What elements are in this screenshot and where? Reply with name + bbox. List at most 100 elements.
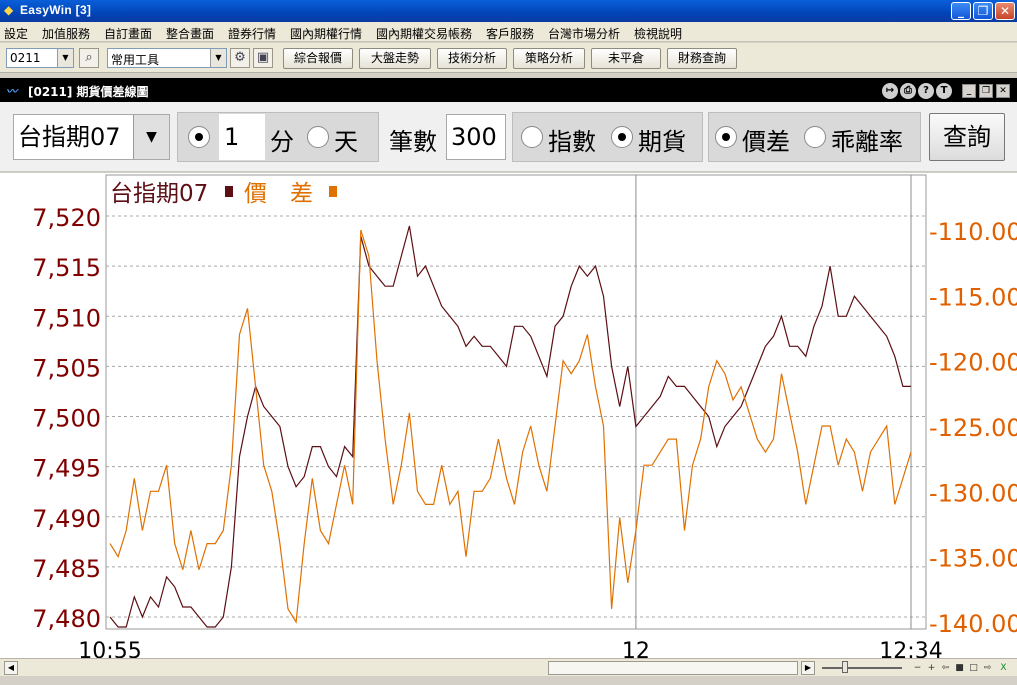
menu-stock-quotes[interactable]: 證券行情	[228, 25, 276, 42]
y-left-tick-label: 7,485	[32, 555, 101, 583]
period-input-value: 1	[224, 123, 240, 151]
x-tick-label: 12:34	[879, 639, 942, 658]
y-left-tick-label: 7,495	[32, 455, 101, 483]
source-futures-radio[interactable]	[611, 126, 633, 148]
code-combo-value: 0211	[10, 51, 41, 65]
plot-frame	[105, 174, 927, 630]
menu-settings[interactable]: 設定	[4, 25, 28, 42]
unit-minute-label: 分	[270, 128, 294, 156]
legend-label-spread: 價 差	[244, 181, 313, 207]
chevron-down-icon[interactable]: ▼	[210, 49, 226, 67]
page-icon[interactable]: □	[968, 663, 979, 674]
close-button[interactable]: ✕	[995, 2, 1015, 20]
y-left-tick-label: 7,500	[32, 405, 101, 433]
new-window-icon[interactable]: ▣	[253, 48, 273, 68]
legend-swatch-futures	[225, 186, 233, 197]
y-right-tick-label: -130.00	[929, 479, 1017, 507]
status-strip	[0, 677, 1017, 685]
chevron-down-icon[interactable]: ▼	[57, 49, 73, 67]
move-left-icon[interactable]: ⇦	[940, 663, 951, 674]
zoom-in-icon[interactable]: +	[926, 663, 937, 674]
zoom-slider[interactable]	[822, 667, 902, 669]
title-bar[interactable]: ◆ EasyWin [3] _ ❐ ✕	[0, 0, 1017, 22]
y-right-tick-label: -125.00	[929, 414, 1017, 442]
mode-spread-label: 價差	[742, 128, 790, 156]
scroll-left-icon[interactable]: ◀	[4, 661, 18, 675]
mode-deviation-radio[interactable]	[804, 126, 826, 148]
zoom-slider-knob[interactable]	[842, 661, 848, 673]
y-right-tick-label: -120.00	[929, 349, 1017, 377]
y-left-tick-label: 7,520	[32, 204, 101, 232]
y-right-tick-label: -135.00	[929, 545, 1017, 573]
inner-window-titlebar[interactable]: 〰 [0211] 期貨價差線圖	[0, 78, 1017, 102]
product-select-value: 台指期07	[18, 123, 121, 151]
period-minute-radio-dot[interactable]	[188, 126, 210, 148]
code-combo[interactable]: 0211 ▼	[6, 48, 74, 68]
y-right-tick-label: -110.00	[929, 218, 1017, 246]
scroll-right-icon[interactable]: ▶	[801, 661, 815, 675]
minimize-button[interactable]: _	[951, 2, 971, 20]
spread-chart[interactable]: 7,520 7,515 7,510 7,505 7,500 7,495 7,490 7,485…	[0, 173, 1017, 658]
y-left-tick-label: 7,480	[32, 605, 101, 633]
count-input-value: 300	[451, 123, 497, 151]
menu-customer-service[interactable]: 客戶服務	[486, 25, 534, 42]
count-input[interactable]: 300	[446, 114, 506, 160]
window-title: EasyWin [3]	[20, 3, 92, 17]
easywin-logo-icon: ◆	[4, 3, 14, 17]
financial-query-button[interactable]: 財務查詢	[667, 48, 737, 69]
inner-window-title: [0211] 期貨價差線圖	[28, 85, 149, 99]
print-icon[interactable]: ⎙	[900, 83, 916, 99]
menu-bar: 設定 加值服務 自訂畫面 整合畫面 證券行情 國內期權行情 國內期權交易帳務 客…	[0, 22, 1017, 42]
menu-integrated[interactable]: 整合畫面	[166, 25, 214, 42]
gear-icon[interactable]: ⚙	[230, 48, 250, 68]
help-icon[interactable]: ?	[918, 83, 934, 99]
menu-futures-quotes[interactable]: 國內期權行情	[290, 25, 362, 42]
topmost-icon[interactable]: T	[936, 83, 952, 99]
x-tick-label: 12	[622, 639, 650, 658]
inner-restore-button[interactable]: ❐	[979, 84, 993, 98]
tools-combo-value: 常用工具	[111, 53, 160, 67]
y-left-tick-label: 7,515	[32, 254, 101, 282]
search-code-icon[interactable]: ⌕	[79, 48, 99, 68]
mode-spread-radio[interactable]	[715, 126, 737, 148]
mode-deviation-label: 乖離率	[831, 128, 903, 156]
source-index-label: 指數	[548, 128, 596, 156]
y-right-tick-label: -140.00	[929, 610, 1017, 638]
technical-analysis-button[interactable]: 技術分析	[437, 48, 507, 69]
quote-summary-button[interactable]: 綜合報價	[283, 48, 353, 69]
menu-custom-view[interactable]: 自訂畫面	[104, 25, 152, 42]
chevron-down-icon[interactable]: ▼	[133, 115, 169, 159]
period-input[interactable]: 1	[219, 114, 265, 160]
legend-swatch-spread	[329, 186, 337, 197]
market-trend-button[interactable]: 大盤走勢	[359, 48, 431, 69]
count-label: 筆數	[389, 128, 437, 156]
tools-combo[interactable]: 常用工具 ▼	[107, 48, 227, 68]
excel-export-icon[interactable]: X	[998, 663, 1009, 674]
chart-svg: 7,520 7,515 7,510 7,505 7,500 7,495 7,490 7,485…	[32, 174, 1017, 658]
menu-view-help[interactable]: 檢視說明	[634, 25, 682, 42]
y-left-tick-label: 7,490	[32, 505, 101, 533]
app-logo-icon: 〰	[6, 85, 17, 98]
source-index-radio[interactable]	[521, 126, 543, 148]
inner-close-button[interactable]: ✕	[996, 84, 1010, 98]
menu-taiwan-market[interactable]: 台灣市場分析	[548, 25, 620, 42]
open-interest-button[interactable]: 未平倉	[591, 48, 661, 69]
menu-value-added[interactable]: 加值服務	[42, 25, 90, 42]
restore-button[interactable]: ❐	[973, 2, 993, 20]
source-futures-label: 期貨	[638, 128, 686, 156]
y-right-tick-label: -115.00	[929, 283, 1017, 311]
query-button[interactable]: 查詢	[929, 113, 1005, 161]
scroll-thumb[interactable]	[548, 661, 798, 675]
unit-day-label: 天	[334, 128, 358, 156]
legend-label-futures: 台指期07	[110, 181, 208, 207]
stop-icon[interactable]: ■	[954, 663, 965, 674]
easywin-window: ◆ EasyWin [3] _ ❐ ✕ 設定 加值服務 自訂畫面 整合畫面 證券…	[0, 0, 1017, 685]
export-icon[interactable]: ↦	[882, 83, 898, 99]
zoom-out-icon[interactable]: −	[912, 663, 923, 674]
menu-futures-trading[interactable]: 國內期權交易帳務	[376, 25, 472, 42]
strategy-analysis-button[interactable]: 策略分析	[513, 48, 585, 69]
unit-day-radio[interactable]	[307, 126, 329, 148]
x-tick-label: 10:55	[78, 639, 141, 658]
inner-minimize-button[interactable]: _	[962, 84, 976, 98]
move-right-icon[interactable]: ⇨	[982, 663, 993, 674]
